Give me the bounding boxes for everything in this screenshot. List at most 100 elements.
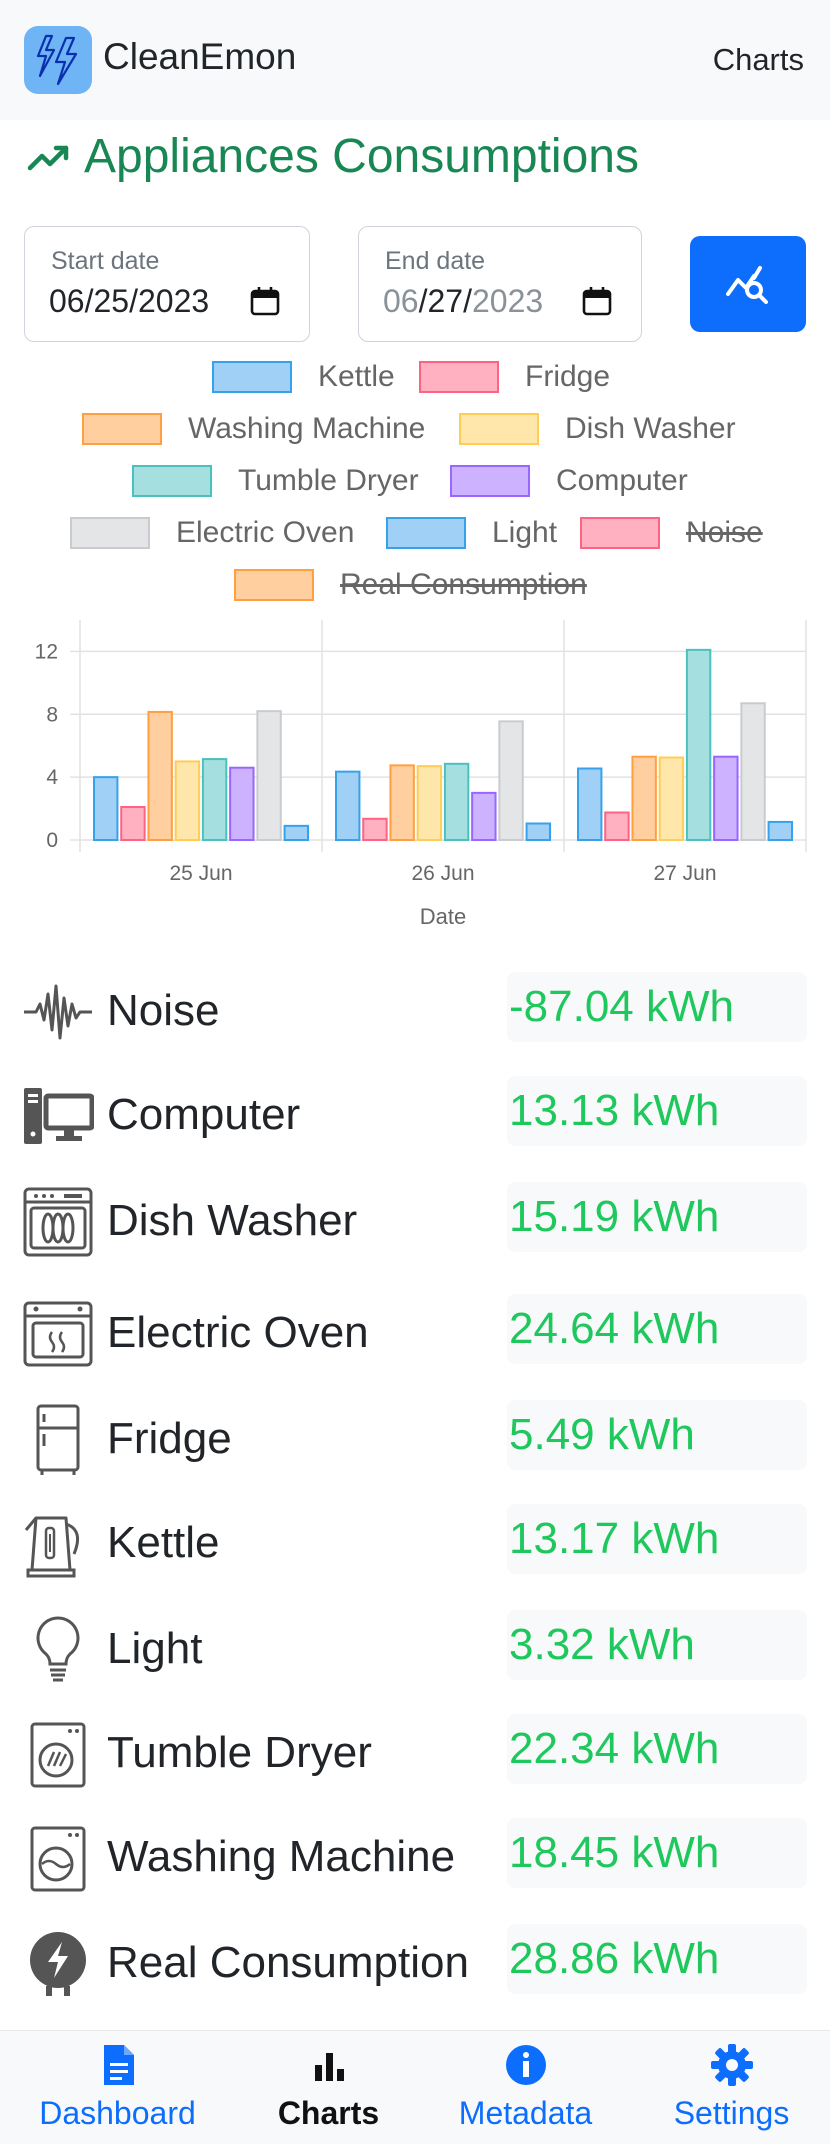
bar-computer (229, 766, 255, 841)
legend-item-kettle[interactable]: Kettle (212, 360, 395, 394)
bar-light (767, 820, 793, 842)
document-icon (103, 2045, 134, 2085)
legend-item-tumble-dryer[interactable]: Tumble Dryer (132, 464, 419, 498)
appliance-name: Kettle (107, 1518, 220, 1567)
appliance-value: 13.17 kWh (507, 1504, 807, 1574)
gear-icon (710, 2044, 753, 2086)
kettle-icon (24, 1516, 80, 1578)
appliance-value: 28.86 kWh (507, 1924, 807, 1994)
nav-charts[interactable]: Charts (225, 2031, 432, 2144)
fridge-icon (36, 1404, 80, 1475)
appliance-name: Electric Oven (107, 1308, 369, 1357)
current-page-label[interactable]: Charts (713, 42, 804, 78)
appliance-row-computer: Computer 13.13 kWh (0, 1070, 830, 1160)
bar-washing-machine (631, 755, 657, 841)
bar-kettle (93, 776, 119, 841)
appliance-name: Light (107, 1624, 203, 1673)
end-date-value[interactable]: 06/27/2023 (383, 283, 543, 320)
search-chart-button[interactable] (690, 236, 806, 332)
appliance-row-fridge: Fridge 5.49 kWh (0, 1394, 830, 1484)
appliance-value: -87.04 kWh (507, 972, 807, 1042)
legend-label: Computer (556, 464, 688, 497)
y-tick-label: 12 (35, 640, 58, 663)
end-date-field[interactable]: End date 06/27/2023 (358, 226, 642, 342)
bar-electric-oven (498, 720, 524, 841)
appliance-row-washing-machine: Washing Machine 18.45 kWh (0, 1812, 830, 1902)
legend-label: Fridge (525, 360, 611, 393)
legend-item-noise[interactable]: Noise (580, 516, 763, 550)
computer-icon (24, 1088, 94, 1144)
cleanemon-logo-icon[interactable] (24, 26, 92, 94)
legend-item-light[interactable]: Light (386, 516, 557, 550)
legend-label: Kettle (318, 360, 395, 393)
tumble-dryer-icon (30, 1722, 86, 1788)
appliance-value: 22.34 kWh (507, 1714, 807, 1784)
appliance-value: 18.45 kWh (507, 1818, 807, 1888)
legend-label: Electric Oven (176, 516, 355, 549)
bar-kettle (335, 770, 361, 841)
calendar-icon[interactable] (249, 285, 281, 317)
nav-settings[interactable]: Settings (628, 2031, 830, 2144)
bar-dish-washer (174, 760, 201, 841)
bar-computer (471, 791, 497, 842)
appliance-value: 24.64 kWh (507, 1294, 807, 1364)
legend-swatch (234, 569, 314, 601)
calendar-icon[interactable] (581, 285, 613, 317)
bar-electric-oven (256, 710, 282, 842)
start-date-field[interactable]: Start date 06/25/2023 (24, 226, 310, 342)
page-title: Appliances Consumptions (26, 128, 639, 184)
bar-fridge (120, 806, 146, 841)
nav-label: Settings (673, 2095, 790, 2131)
nav-label: Dashboard (39, 2095, 196, 2131)
x-tick-label: 26 Jun (411, 862, 474, 885)
nav-dashboard[interactable]: Dashboard (14, 2031, 221, 2144)
appliance-row-real-consumption: Real Consumption 28.86 kWh (0, 1918, 830, 2008)
legend-label: Noise (686, 516, 763, 549)
legend-label: Washing Machine (188, 412, 426, 445)
appliance-name: Noise (107, 986, 220, 1035)
y-tick-label: 4 (46, 766, 58, 789)
y-tick-label: 8 (46, 703, 58, 726)
nav-metadata[interactable]: Metadata (422, 2031, 629, 2144)
start-date-value[interactable]: 06/25/2023 (49, 283, 209, 320)
legend-item-fridge[interactable]: Fridge (419, 360, 610, 394)
bar-tumble-dryer (685, 648, 712, 841)
end-date-day[interactable]: /27/ (419, 283, 472, 319)
electric-oven-icon (23, 1301, 93, 1367)
bar-tumble-dryer (201, 758, 228, 841)
trend-up-icon (27, 145, 69, 171)
appliance-name: Computer (107, 1090, 301, 1139)
bar-dish-washer (658, 756, 685, 841)
legend-label: Real Consumption (340, 568, 587, 601)
brand-name[interactable]: CleanEmon (103, 36, 296, 78)
legend-item-computer[interactable]: Computer (450, 464, 688, 498)
bar-fridge (604, 811, 630, 841)
legend-item-washing-machine[interactable]: Washing Machine (82, 412, 425, 446)
end-date-year[interactable]: 2023 (472, 283, 543, 319)
legend-item-dish-washer[interactable]: Dish Washer (459, 412, 736, 446)
bar-fridge (362, 817, 388, 842)
appliance-name: Tumble Dryer (107, 1728, 372, 1777)
appliance-value: 5.49 kWh (507, 1400, 807, 1470)
end-date-month[interactable]: 06 (383, 283, 419, 319)
legend-item-electric-oven[interactable]: Electric Oven (70, 516, 354, 550)
appliance-name: Fridge (107, 1414, 232, 1463)
legend-item-real-consumption[interactable]: Real Consumption (234, 568, 587, 602)
bar-tumble-dryer (443, 762, 470, 842)
x-axis-title: Date (420, 904, 466, 929)
legend-swatch (450, 465, 530, 497)
legend-swatch (82, 413, 162, 445)
consumption-bar-chart: 0 4 8 12 25 Jun 26 Jun 27 Jun Date (35, 620, 807, 929)
nav-label: Metadata (458, 2095, 593, 2131)
appliance-row-tumble-dryer: Tumble Dryer 22.34 kWh (0, 1708, 830, 1798)
legend-swatch (70, 517, 150, 549)
bar-light (525, 822, 551, 841)
appliance-row-dish-washer: Dish Washer 15.19 kWh (0, 1176, 830, 1266)
bar-light (283, 824, 309, 842)
appliance-name: Dish Washer (107, 1196, 358, 1245)
appliance-row-light: Light 3.32 kWh (0, 1604, 830, 1694)
x-tick-label: 25 Jun (169, 862, 232, 885)
bar-washing-machine (147, 710, 173, 841)
legend-swatch (132, 465, 212, 497)
bottom-navigation: Dashboard Charts Metadata Settings (0, 2030, 830, 2144)
